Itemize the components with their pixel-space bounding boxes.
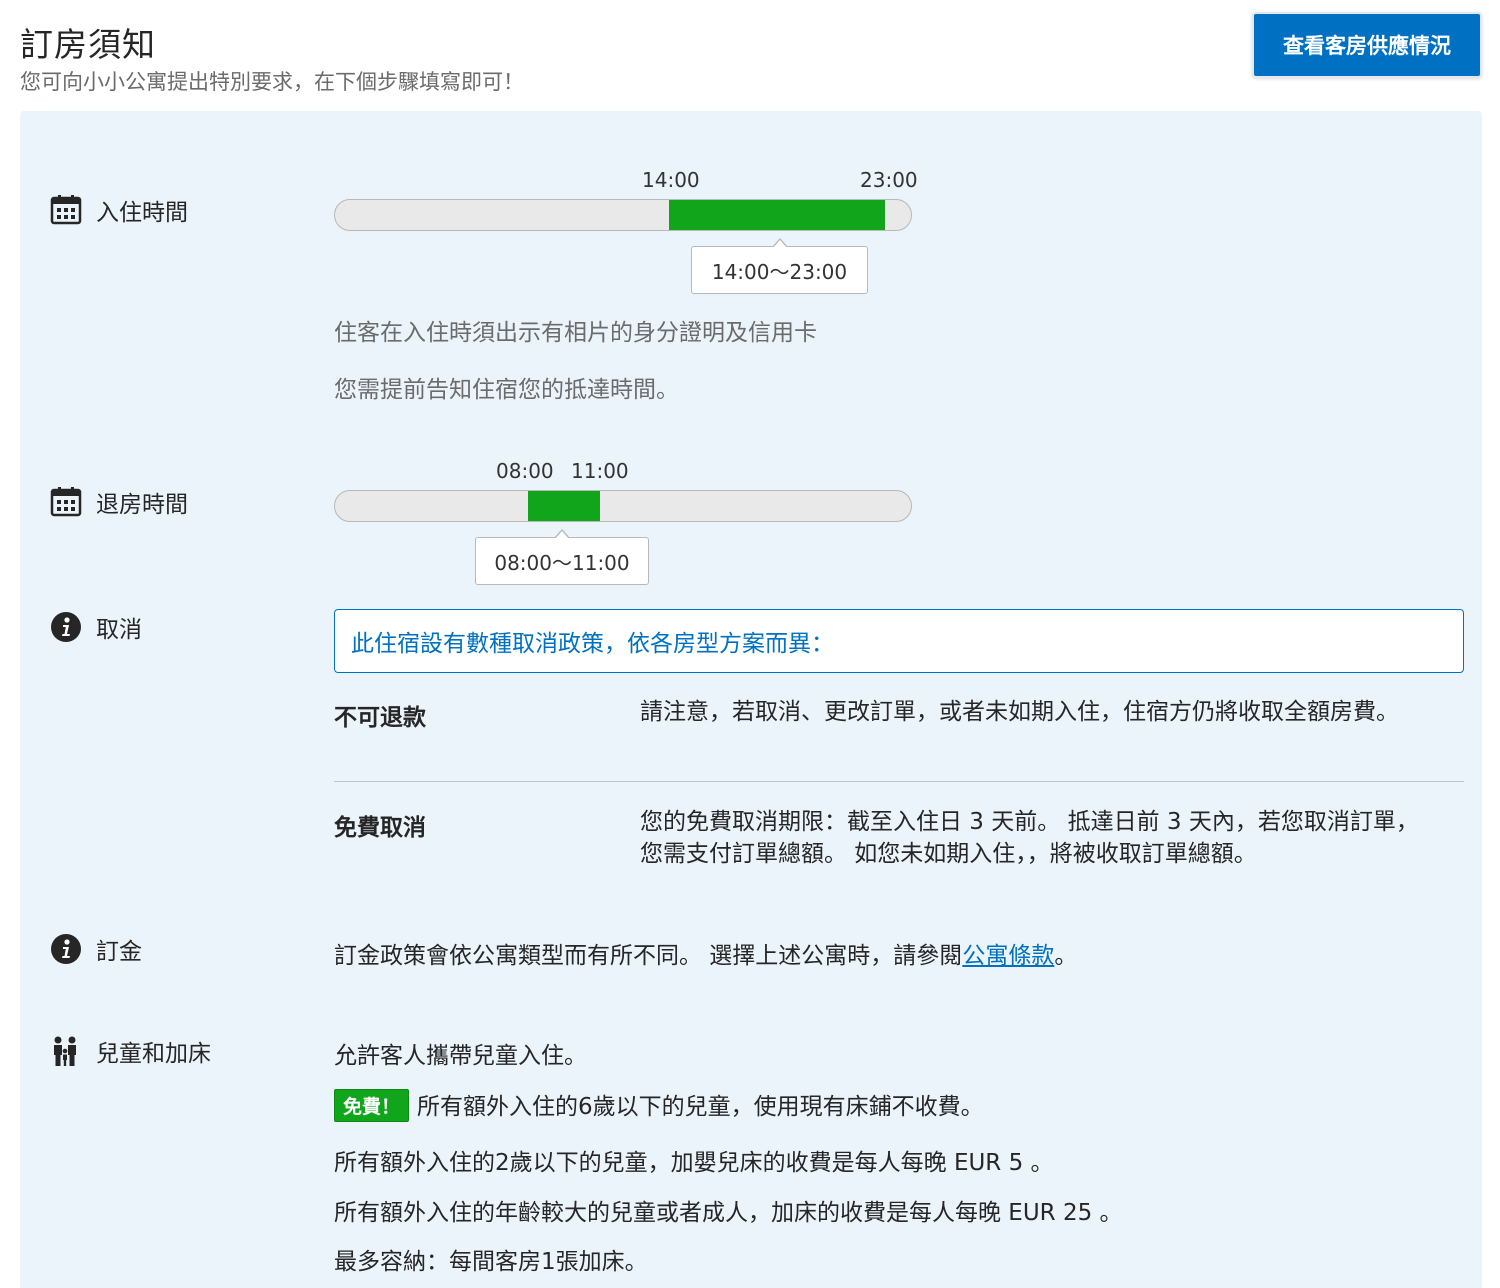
cancellation-banner: 此住宿設有數種取消政策，依各房型方案而異：: [334, 609, 1464, 673]
checkin-range-fill: [669, 200, 886, 230]
checkout-start-tick: 08:00: [496, 459, 554, 483]
deposit-text-end: 。: [1054, 943, 1078, 969]
checkin-label: 入住時間: [96, 200, 188, 226]
page-title: 訂房須知: [20, 25, 156, 64]
checkout-end-tick: 11:00: [571, 459, 629, 483]
calendar-icon: [50, 194, 82, 226]
checkout-range-tooltip: 08:00～11:00: [475, 529, 649, 585]
children-max-text: 最多容納：每間客房1張加床。: [334, 1249, 648, 1275]
deposit-row-label: 訂金: [50, 932, 142, 966]
checkin-start-tick: 14:00: [642, 168, 700, 192]
cancellation-label: 取消: [96, 617, 142, 643]
checkin-range-tooltip: 14:00～23:00: [691, 238, 868, 294]
deposit-text-main: 訂金政策會依公寓類型而有所不同。 選擇上述公寓時，請參閱: [334, 943, 963, 969]
checkin-end-tick: 23:00: [860, 168, 918, 192]
checkin-timeline: [334, 199, 912, 231]
policy-nonrefundable-name: 不可退款: [334, 705, 426, 731]
policy-divider: [334, 781, 1464, 782]
children-allowed-text: 允許客人攜帶兒童入住。: [334, 1043, 587, 1069]
deposit-label: 訂金: [96, 939, 142, 965]
children-row-label: 兒童和加床: [50, 1034, 211, 1068]
policy-free-cancel-name: 免費取消: [334, 815, 426, 841]
page-subtitle: 您可向小小公寓提出特別要求，在下個步驟填寫即可！: [20, 70, 524, 94]
children-free-line: 免費！ 所有額外入住的6歲以下的兒童，使用現有床鋪不收費。: [334, 1087, 984, 1124]
calendar-icon: [50, 486, 82, 518]
checkout-label: 退房時間: [96, 492, 188, 518]
checkout-timeline: [334, 490, 912, 522]
info-icon: [50, 933, 82, 965]
check-availability-button[interactable]: 查看客房供應情況: [1252, 12, 1482, 78]
checkout-row-label: 退房時間: [50, 485, 188, 519]
cancellation-row-label: 取消: [50, 610, 142, 644]
info-icon: [50, 611, 82, 643]
deposit-text: 訂金政策會依公寓類型而有所不同。 選擇上述公寓時，請參閱公寓條款。: [334, 936, 1077, 970]
checkin-note-id: 住客在入住時須出示有相片的身分證明及信用卡: [334, 320, 817, 346]
family-icon: [50, 1035, 82, 1067]
policy-nonrefundable-description: 請注意，若取消、更改訂單，或者未如期入住，住宿方仍將收取全額房費。: [640, 699, 1399, 725]
children-label: 兒童和加床: [96, 1041, 211, 1067]
children-extra-bed-text: 所有額外入住的年齡較大的兒童或者成人，加床的收費是每人每晚 EUR 25 。: [334, 1200, 1123, 1226]
free-badge: 免費！: [334, 1089, 410, 1122]
policy-free-cancel-description: 您的免費取消期限：截至入住日 3 天前。 抵達日前 3 天內，若您取消訂單，您需…: [640, 809, 1419, 867]
checkin-row-label: 入住時間: [50, 193, 188, 227]
children-free-text: 所有額外入住的6歲以下的兒童，使用現有床鋪不收費。: [417, 1094, 984, 1120]
checkout-range-fill: [527, 491, 600, 521]
children-crib-text: 所有額外入住的2歲以下的兒童，加嬰兒床的收費是每人每晚 EUR 5 。: [334, 1150, 1054, 1176]
apartment-terms-link[interactable]: 公寓條款: [962, 943, 1054, 969]
checkin-note-arrival: 您需提前告知住宿您的抵達時間。: [334, 377, 679, 403]
